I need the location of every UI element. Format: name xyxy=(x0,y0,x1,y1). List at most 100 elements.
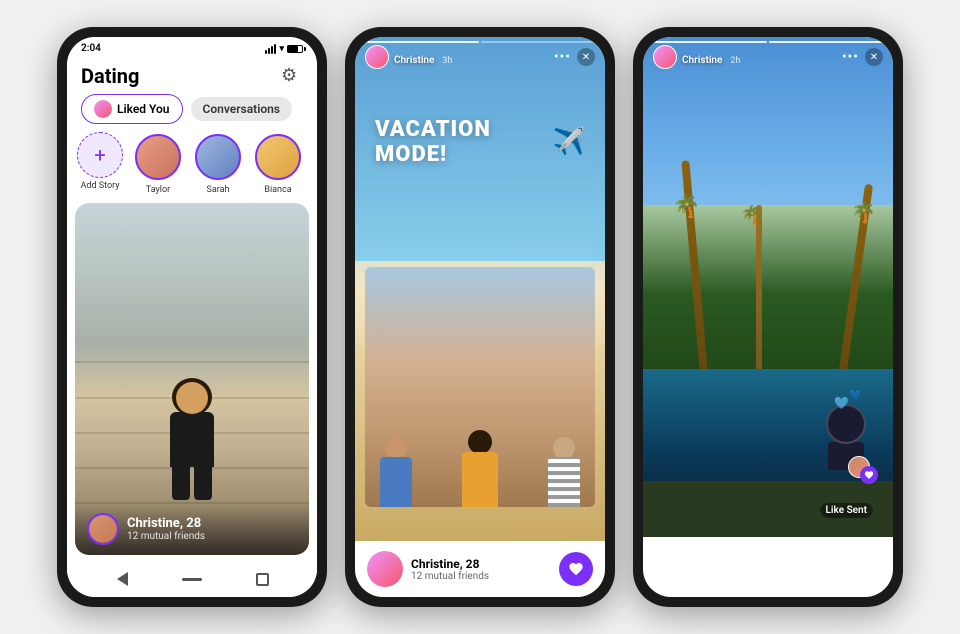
signal-icon xyxy=(265,44,276,54)
woman-body xyxy=(170,412,214,467)
story-footer-info: Christine, 28 12 mutual friends xyxy=(411,557,551,582)
profile-card[interactable]: Christine, 28 12 mutual friends xyxy=(75,203,309,555)
phone-2: Christine 3h ••• ✕ VACATION MODE! ✈️ xyxy=(345,27,615,607)
like-sent-label: Like Sent xyxy=(820,503,873,518)
more-icon-3[interactable]: ••• xyxy=(842,49,859,65)
story-time-2: 3h xyxy=(442,56,452,66)
back-icon xyxy=(117,572,128,586)
girl-middle-head xyxy=(468,430,492,454)
woman-figure xyxy=(170,382,214,500)
story-screen-2: Christine 3h ••• ✕ VACATION MODE! ✈️ xyxy=(355,37,605,597)
profile-text: Christine, 28 12 mutual friends xyxy=(127,516,205,542)
girl-right-head xyxy=(553,437,575,459)
conversations-tab-label: Conversations xyxy=(203,102,280,116)
stories-row: + Add Story Taylor Sarah xyxy=(67,132,317,203)
tabs-row: Liked You Conversations xyxy=(67,94,317,132)
woman-legs xyxy=(172,465,212,500)
status-bar-1: 2:04 ▾ xyxy=(67,37,317,56)
tab-conversations[interactable]: Conversations xyxy=(191,97,292,121)
story-footer: Christine, 28 12 mutual friends xyxy=(355,541,605,597)
woman-hair xyxy=(172,378,212,416)
girl-right-body xyxy=(548,457,580,507)
close-button[interactable]: ✕ xyxy=(577,48,595,66)
story-actions: ••• ✕ xyxy=(554,48,595,66)
app-title: Dating xyxy=(81,64,139,88)
story-item-taylor[interactable]: Taylor xyxy=(133,132,183,195)
nav-recent-button[interactable] xyxy=(252,569,272,589)
bianca-label: Bianca xyxy=(264,185,291,195)
recent-icon xyxy=(256,573,269,586)
dark-silhouette: 🩵 💙 xyxy=(826,404,866,470)
story-actions-3: ••• ✕ xyxy=(842,48,883,66)
leg-right xyxy=(194,465,212,500)
girl-middle-body xyxy=(462,452,498,507)
bianca-avatar-wrap xyxy=(253,132,303,182)
taylor-label: Taylor xyxy=(146,185,170,195)
app-header: Dating ⚙ xyxy=(67,56,317,94)
profile-mini-avatar xyxy=(87,513,119,545)
stair-line-1 xyxy=(75,361,309,363)
plane-emoji: ✈️ xyxy=(553,127,585,157)
story-user-info-3: Christine 2h xyxy=(653,45,740,69)
story-screen-3: 🌴 🌴 🌴 Christine xyxy=(643,37,893,597)
palm-leaves-3: 🌴 xyxy=(741,205,763,226)
status-icons: ▾ xyxy=(265,44,303,54)
bottom-nav-1 xyxy=(67,561,317,597)
vacation-text: VACATION MODE! xyxy=(375,117,548,167)
woman-head xyxy=(176,382,208,414)
story-username-2: Christine xyxy=(394,55,434,66)
girl-left-head xyxy=(385,437,407,459)
taylor-avatar xyxy=(135,134,181,180)
girl-left-body xyxy=(380,457,412,507)
girls-figure xyxy=(365,267,595,507)
palm-leaves-2: 🌴 xyxy=(849,198,877,225)
liked-tab-avatar xyxy=(94,100,112,118)
story-footer-mutual: 12 mutual friends xyxy=(411,571,551,582)
story-text-overlay: VACATION MODE! ✈️ xyxy=(375,117,585,167)
bianca-avatar xyxy=(255,134,301,180)
story-item-sarah[interactable]: Sarah xyxy=(193,132,243,195)
heart-icon xyxy=(568,561,584,577)
like-button[interactable] xyxy=(559,552,593,586)
wifi-icon: ▾ xyxy=(279,44,284,54)
home-icon xyxy=(182,578,202,581)
story-time-3: 2h xyxy=(730,56,740,66)
sarah-avatar xyxy=(195,134,241,180)
sarah-avatar-wrap xyxy=(193,132,243,182)
story-user-text-3: Christine 2h xyxy=(682,48,740,67)
settings-icon[interactable]: ⚙ xyxy=(281,65,303,87)
story-mini-avatar-3 xyxy=(653,45,677,69)
christine-face xyxy=(89,515,117,543)
profile-name: Christine, 28 xyxy=(127,516,205,531)
story-username-3: Christine xyxy=(682,55,722,66)
more-icon[interactable]: ••• xyxy=(554,49,571,65)
close-button-3[interactable]: ✕ xyxy=(865,48,883,66)
story-item-add[interactable]: + Add Story xyxy=(77,132,123,191)
time-display: 2:04 xyxy=(81,43,101,54)
story-item-bianca[interactable]: Bianca xyxy=(253,132,303,195)
sarah-label: Sarah xyxy=(207,185,230,195)
like-sent-overlay: 🩵 💙 xyxy=(820,404,873,517)
story-footer-avatar xyxy=(367,551,403,587)
silhouette-head xyxy=(826,404,866,444)
girl-middle xyxy=(462,430,498,507)
tab-liked-you[interactable]: Liked You xyxy=(81,94,183,124)
heart-float-2: 💙 xyxy=(850,390,862,401)
phone-3: 🌴 🌴 🌴 Christine xyxy=(633,27,903,607)
nav-home-button[interactable] xyxy=(182,569,202,589)
like-sent-label-wrap: Like Sent xyxy=(820,498,873,517)
nav-back-button[interactable] xyxy=(112,569,132,589)
silhouette-container: 🩵 💙 xyxy=(826,404,866,470)
add-story-button[interactable]: + xyxy=(77,132,123,178)
story-user-info: Christine 3h xyxy=(365,45,452,69)
phone-1: 2:04 ▾ Dating ⚙ xyxy=(57,27,327,607)
story-footer-name: Christine, 28 xyxy=(411,557,551,571)
silhouette-head-wrap: 🩵 💙 xyxy=(826,404,866,444)
girl-left xyxy=(380,437,412,507)
leg-left xyxy=(172,465,190,500)
battery-icon xyxy=(287,45,303,53)
story-header-3: Christine 2h ••• ✕ xyxy=(643,37,893,77)
liked-tab-label: Liked You xyxy=(117,102,170,116)
profile-info-bar: Christine, 28 12 mutual friends xyxy=(75,503,309,555)
girl-right xyxy=(548,437,580,507)
